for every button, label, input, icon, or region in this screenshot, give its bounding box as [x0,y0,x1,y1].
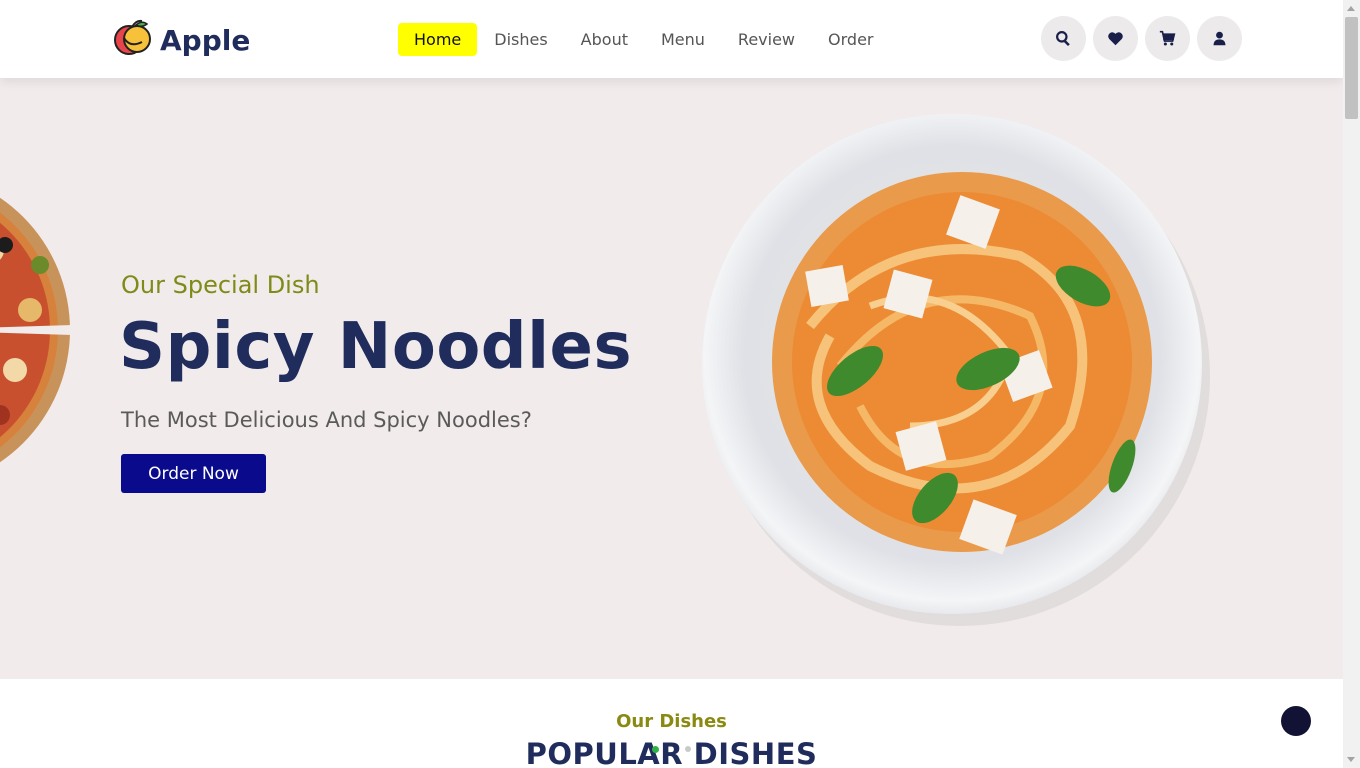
cart-button[interactable] [1145,16,1190,61]
site-header: Apple Home Dishes About Menu Review Orde… [0,0,1343,78]
hero-section: Our Special Dish Spicy Noodles The Most … [0,78,1343,679]
dishes-section-title: POPULAR DISHES [525,737,818,768]
header-icon-group [1041,16,1249,61]
nav-item-menu[interactable]: Menu [645,23,721,56]
order-now-button[interactable]: Order Now [121,454,266,493]
scroll-down-arrow-icon[interactable] [1347,757,1355,762]
search-button[interactable] [1041,16,1086,61]
dishes-section-subtitle: Our Dishes [616,711,727,732]
scroll-thumb[interactable] [1345,17,1358,119]
account-button[interactable] [1197,16,1242,61]
nav-item-about[interactable]: About [565,23,644,56]
nav-item-dishes[interactable]: Dishes [478,23,563,56]
pizza-image [0,197,72,463]
scroll-up-arrow-icon[interactable] [1347,6,1355,11]
search-icon [1056,31,1070,47]
logo[interactable]: Apple [112,16,250,57]
main-nav: Home Dishes About Menu Review Order [398,23,890,56]
nav-item-order[interactable]: Order [812,23,889,56]
page: Apple Home Dishes About Menu Review Orde… [0,0,1343,768]
hero-description: The Most Delicious And Spicy Noodles? [121,408,532,432]
apple-logo-icon [114,19,151,55]
hero-subtitle: Our Special Dish [121,271,320,299]
user-icon [1213,31,1226,46]
page-scrollbar[interactable] [1343,0,1360,768]
floating-action-button[interactable] [1281,706,1311,736]
slider-dot-active [652,746,659,753]
wishlist-button[interactable] [1093,16,1138,61]
hero-title: Spicy Noodles [119,310,633,384]
nav-item-home[interactable]: Home [398,23,478,56]
heart-icon [1108,32,1123,46]
slider-dot [685,746,691,752]
cart-icon [1159,30,1176,46]
spaghetti-plate-image [702,114,1210,626]
brand-name: Apple [160,24,251,57]
nav-item-review[interactable]: Review [722,23,811,56]
